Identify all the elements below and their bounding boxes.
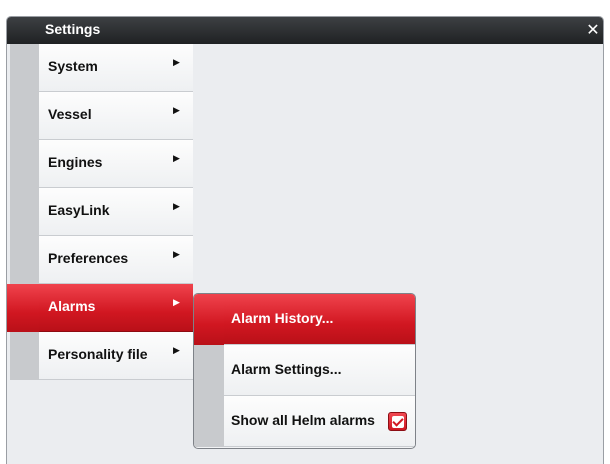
- submenu-item-show-all-helm-alarms[interactable]: Show all Helm alarms: [194, 396, 415, 447]
- checkbox-checked-icon: [392, 416, 404, 428]
- menu-item-label: Alarms: [48, 298, 96, 314]
- chevron-right-icon: ▶: [173, 346, 180, 356]
- menu-item-alarms[interactable]: Alarms ▶: [7, 284, 193, 332]
- menu-item-strip: [10, 92, 39, 140]
- menu-item-label: Engines: [48, 154, 103, 170]
- menu-item-easylink[interactable]: EasyLink ▶: [10, 188, 193, 236]
- title-bar: Settings ✕: [7, 17, 603, 44]
- submenu-item-alarm-history[interactable]: Alarm History...: [194, 294, 415, 345]
- submenu-item-label: Alarm History...: [231, 310, 334, 326]
- menu-item-engines[interactable]: Engines ▶: [10, 140, 193, 188]
- menu-item-label: Preferences: [48, 250, 129, 266]
- dialog-title: Settings: [45, 21, 101, 37]
- chevron-right-icon: ▶: [173, 250, 180, 260]
- chevron-right-icon: ▶: [173, 154, 180, 164]
- submenu-item-strip: [194, 396, 224, 447]
- chevron-right-icon: ▶: [173, 298, 180, 308]
- submenu-item-label: Show all Helm alarms: [231, 412, 375, 428]
- menu-item-strip: [10, 188, 39, 236]
- menu-item-system[interactable]: System ▶: [10, 44, 193, 92]
- chevron-right-icon: ▶: [173, 202, 180, 212]
- show-helm-alarms-checkbox[interactable]: [388, 412, 407, 431]
- menu-item-label: Personality file: [48, 346, 148, 362]
- alarms-submenu: Alarm History... Alarm Settings... Show …: [193, 293, 416, 449]
- chevron-right-icon: ▶: [173, 58, 180, 68]
- menu-item-label: Vessel: [48, 106, 92, 122]
- menu-item-personality-file[interactable]: Personality file ▶: [10, 332, 193, 380]
- settings-menu: System ▶ Vessel ▶ Engines ▶ EasyLink ▶ P…: [7, 44, 193, 380]
- menu-item-strip: [10, 236, 39, 284]
- menu-item-label: EasyLink: [48, 202, 110, 218]
- submenu-item-alarm-settings[interactable]: Alarm Settings...: [194, 345, 415, 396]
- menu-item-preferences[interactable]: Preferences ▶: [10, 236, 193, 284]
- menu-item-strip: [10, 140, 39, 188]
- menu-item-vessel[interactable]: Vessel ▶: [10, 92, 193, 140]
- settings-dialog: Settings ✕ System ▶ Vessel ▶ Engines ▶ E…: [6, 16, 604, 464]
- chevron-right-icon: ▶: [173, 106, 180, 116]
- menu-item-strip: [7, 284, 39, 332]
- menu-item-strip: [10, 332, 39, 380]
- menu-item-strip: [10, 44, 39, 92]
- close-icon[interactable]: ✕: [583, 19, 603, 41]
- submenu-item-strip: [194, 294, 224, 345]
- menu-item-label: System: [48, 58, 98, 74]
- submenu-item-strip: [194, 345, 224, 396]
- submenu-item-label: Alarm Settings...: [231, 361, 342, 377]
